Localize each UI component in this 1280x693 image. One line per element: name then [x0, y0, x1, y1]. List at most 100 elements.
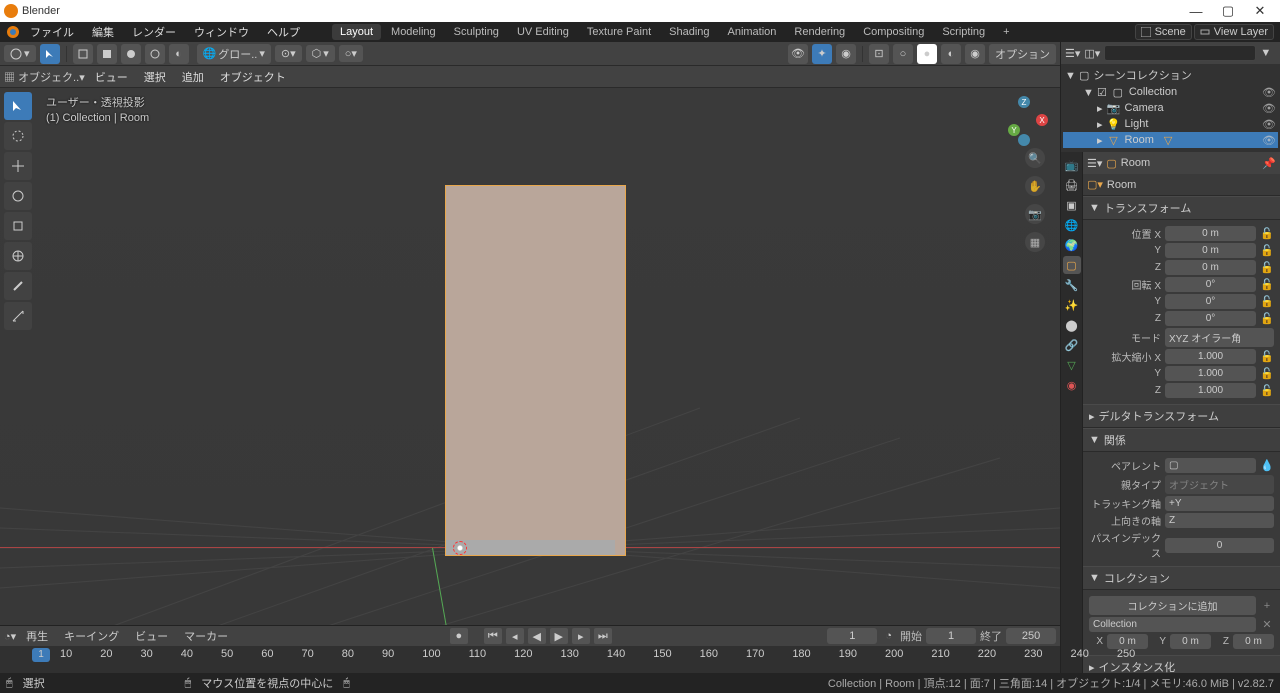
track-axis-dropdown[interactable]: +Y — [1165, 496, 1274, 511]
minimize-button[interactable]: — — [1180, 4, 1212, 19]
gizmos-icon[interactable]: ✦ — [812, 44, 832, 64]
pivot-dropdown[interactable]: ⊙▾ — [275, 45, 302, 62]
panel-instancing[interactable]: ▸ インスタンス化 — [1083, 655, 1280, 673]
proportional-dropdown[interactable]: ○▾ — [339, 45, 363, 62]
menu-edit[interactable]: 編集 — [84, 22, 122, 42]
viewport-menu-view[interactable]: ビュー — [89, 67, 134, 87]
overlays-icon[interactable]: ◉ — [836, 44, 856, 64]
panel-transform[interactable]: ▼ トランスフォーム — [1083, 196, 1280, 220]
end-frame-field[interactable]: 250 — [1006, 628, 1056, 644]
3d-viewport[interactable]: ユーザー・透視投影 (1) Collection | Room Z X Y 🔍 … — [0, 88, 1060, 625]
solid-icon[interactable] — [97, 44, 117, 64]
menu-render[interactable]: レンダー — [124, 22, 184, 42]
viewport-menu-add[interactable]: 追加 — [176, 67, 210, 87]
timeline-menu-playback[interactable]: 再生 — [20, 626, 54, 646]
navigation-gizmo[interactable]: Z X Y — [1000, 96, 1048, 144]
coll-z-field[interactable]: 0 m — [1233, 634, 1274, 649]
remove-icon[interactable]: ✕ — [1260, 618, 1274, 631]
autokey-icon[interactable]: ● — [450, 628, 468, 644]
timeline-menu-keying[interactable]: キーイング — [58, 626, 125, 646]
loc-z-field[interactable]: 0 m — [1165, 260, 1256, 275]
scale-y-field[interactable]: 1.000 — [1165, 366, 1256, 381]
gizmo-x-icon[interactable]: X — [1036, 114, 1048, 126]
workspace-tab-shading[interactable]: Shading — [661, 24, 717, 40]
tab-viewlayer-icon[interactable]: ▣ — [1063, 196, 1081, 214]
workspace-tab-uv[interactable]: UV Editing — [509, 24, 577, 40]
eye-icon[interactable]: 👁 — [1262, 102, 1276, 115]
outliner-mode-dropdown[interactable]: ☰▾ — [1065, 47, 1080, 60]
shade1-icon[interactable]: ○ — [893, 44, 913, 64]
collection-name-field[interactable]: Collection — [1089, 617, 1256, 632]
tab-modifiers-icon[interactable]: 🔧 — [1063, 276, 1081, 294]
tool-transform[interactable] — [4, 242, 32, 270]
play-icon[interactable]: ▶ — [550, 628, 568, 644]
tab-world-icon[interactable]: 🌍 — [1063, 236, 1081, 254]
tab-output-icon[interactable]: 🖨 — [1063, 176, 1081, 194]
outliner-search-input[interactable] — [1104, 45, 1256, 61]
mesh-room[interactable] — [445, 185, 626, 556]
workspace-tab-layout[interactable]: Layout — [332, 24, 381, 40]
eyedropper-icon[interactable]: 💧 — [1260, 459, 1274, 472]
zoom-icon[interactable]: 🔍 — [1025, 148, 1045, 168]
outliner-scene-collection[interactable]: ▼ ▢ シーンコレクション — [1063, 66, 1278, 84]
clock-icon[interactable]: ◔ — [881, 630, 896, 642]
visibility-icon[interactable]: 👁 — [788, 44, 808, 64]
start-frame-field[interactable]: 1 — [926, 628, 976, 644]
gizmo-y-icon[interactable]: Y — [1008, 124, 1020, 136]
pin-icon[interactable]: 📌 — [1262, 157, 1276, 170]
tab-constraints-icon[interactable]: 🔗 — [1063, 336, 1081, 354]
eye-icon[interactable]: 👁 — [1262, 134, 1276, 147]
camera-view-icon[interactable]: 📷 — [1025, 204, 1045, 224]
menu-file[interactable]: ファイル — [22, 22, 82, 42]
workspace-tab-rendering[interactable]: Rendering — [786, 24, 853, 40]
lock-icon[interactable]: 🔓 — [1260, 312, 1274, 325]
tool-measure[interactable] — [4, 302, 32, 330]
editor-type-dropdown[interactable]: ▾ — [4, 45, 36, 62]
rot-mode-dropdown[interactable]: XYZ オイラー角 — [1165, 328, 1274, 347]
workspace-tab-texture[interactable]: Texture Paint — [579, 24, 659, 40]
lock-icon[interactable]: 🔓 — [1260, 278, 1274, 291]
parent-type-dropdown[interactable]: オブジェクト — [1165, 475, 1274, 494]
tool-select[interactable] — [4, 92, 32, 120]
matcap-icon[interactable] — [121, 44, 141, 64]
parent-field[interactable]: ▢ — [1165, 458, 1256, 473]
workspace-tab-scripting[interactable]: Scripting — [934, 24, 993, 40]
options-dropdown[interactable]: オプション — [989, 44, 1056, 64]
workspace-tab-sculpting[interactable]: Sculpting — [446, 24, 507, 40]
plus-icon[interactable]: + — [1260, 600, 1274, 612]
lock-icon[interactable]: 🔓 — [1260, 227, 1274, 240]
tool-cursor[interactable] — [4, 122, 32, 150]
keyframe-prev-icon[interactable]: ◂ — [506, 628, 524, 644]
tab-particles-icon[interactable]: ✨ — [1063, 296, 1081, 314]
loc-x-field[interactable]: 0 m — [1165, 226, 1256, 241]
tool-rotate[interactable] — [4, 182, 32, 210]
scale-z-field[interactable]: 1.000 — [1165, 383, 1256, 398]
tool-annotate[interactable] — [4, 272, 32, 300]
eye-icon[interactable]: 👁 — [1262, 86, 1276, 99]
tab-physics-icon[interactable]: ⬤ — [1063, 316, 1081, 334]
tab-scene-icon[interactable]: 🌐 — [1063, 216, 1081, 234]
tab-object-icon[interactable]: ▢ — [1063, 256, 1081, 274]
menu-window[interactable]: ウィンドウ — [186, 22, 257, 42]
outliner-row-light[interactable]: ▸ 💡 Light 👁 — [1063, 116, 1278, 132]
rot-x-field[interactable]: 0° — [1165, 277, 1256, 292]
outliner-row-camera[interactable]: ▸ 📷 Camera 👁 — [1063, 100, 1278, 116]
workspace-tab-animation[interactable]: Animation — [720, 24, 785, 40]
coll-y-field[interactable]: 0 m — [1170, 634, 1211, 649]
scale-x-field[interactable]: 1.000 — [1165, 349, 1256, 364]
filter-icon[interactable]: ▼ — [1260, 47, 1276, 59]
workspace-add[interactable]: + — [995, 24, 1017, 40]
rendered-icon[interactable] — [145, 44, 165, 64]
add-collection-button[interactable]: コレクションに追加 — [1089, 596, 1256, 615]
lock-icon[interactable]: 🔓 — [1260, 244, 1274, 257]
close-button[interactable]: ✕ — [1244, 3, 1276, 19]
lock-icon[interactable]: 🔓 — [1260, 367, 1274, 380]
viewlayer-selector[interactable]: View Layer — [1194, 24, 1274, 40]
timeline-track[interactable]: 1 10203040506070809010011012013014015016… — [0, 646, 1060, 673]
rot-y-field[interactable]: 0° — [1165, 294, 1256, 309]
gizmo-neg-icon[interactable] — [1018, 134, 1030, 146]
shade-icon[interactable]: ◐ — [169, 44, 189, 64]
tab-material-icon[interactable]: ◉ — [1063, 376, 1081, 394]
panel-relations[interactable]: ▼ 関係 — [1083, 428, 1280, 452]
shade4-icon[interactable]: ◉ — [965, 44, 985, 64]
